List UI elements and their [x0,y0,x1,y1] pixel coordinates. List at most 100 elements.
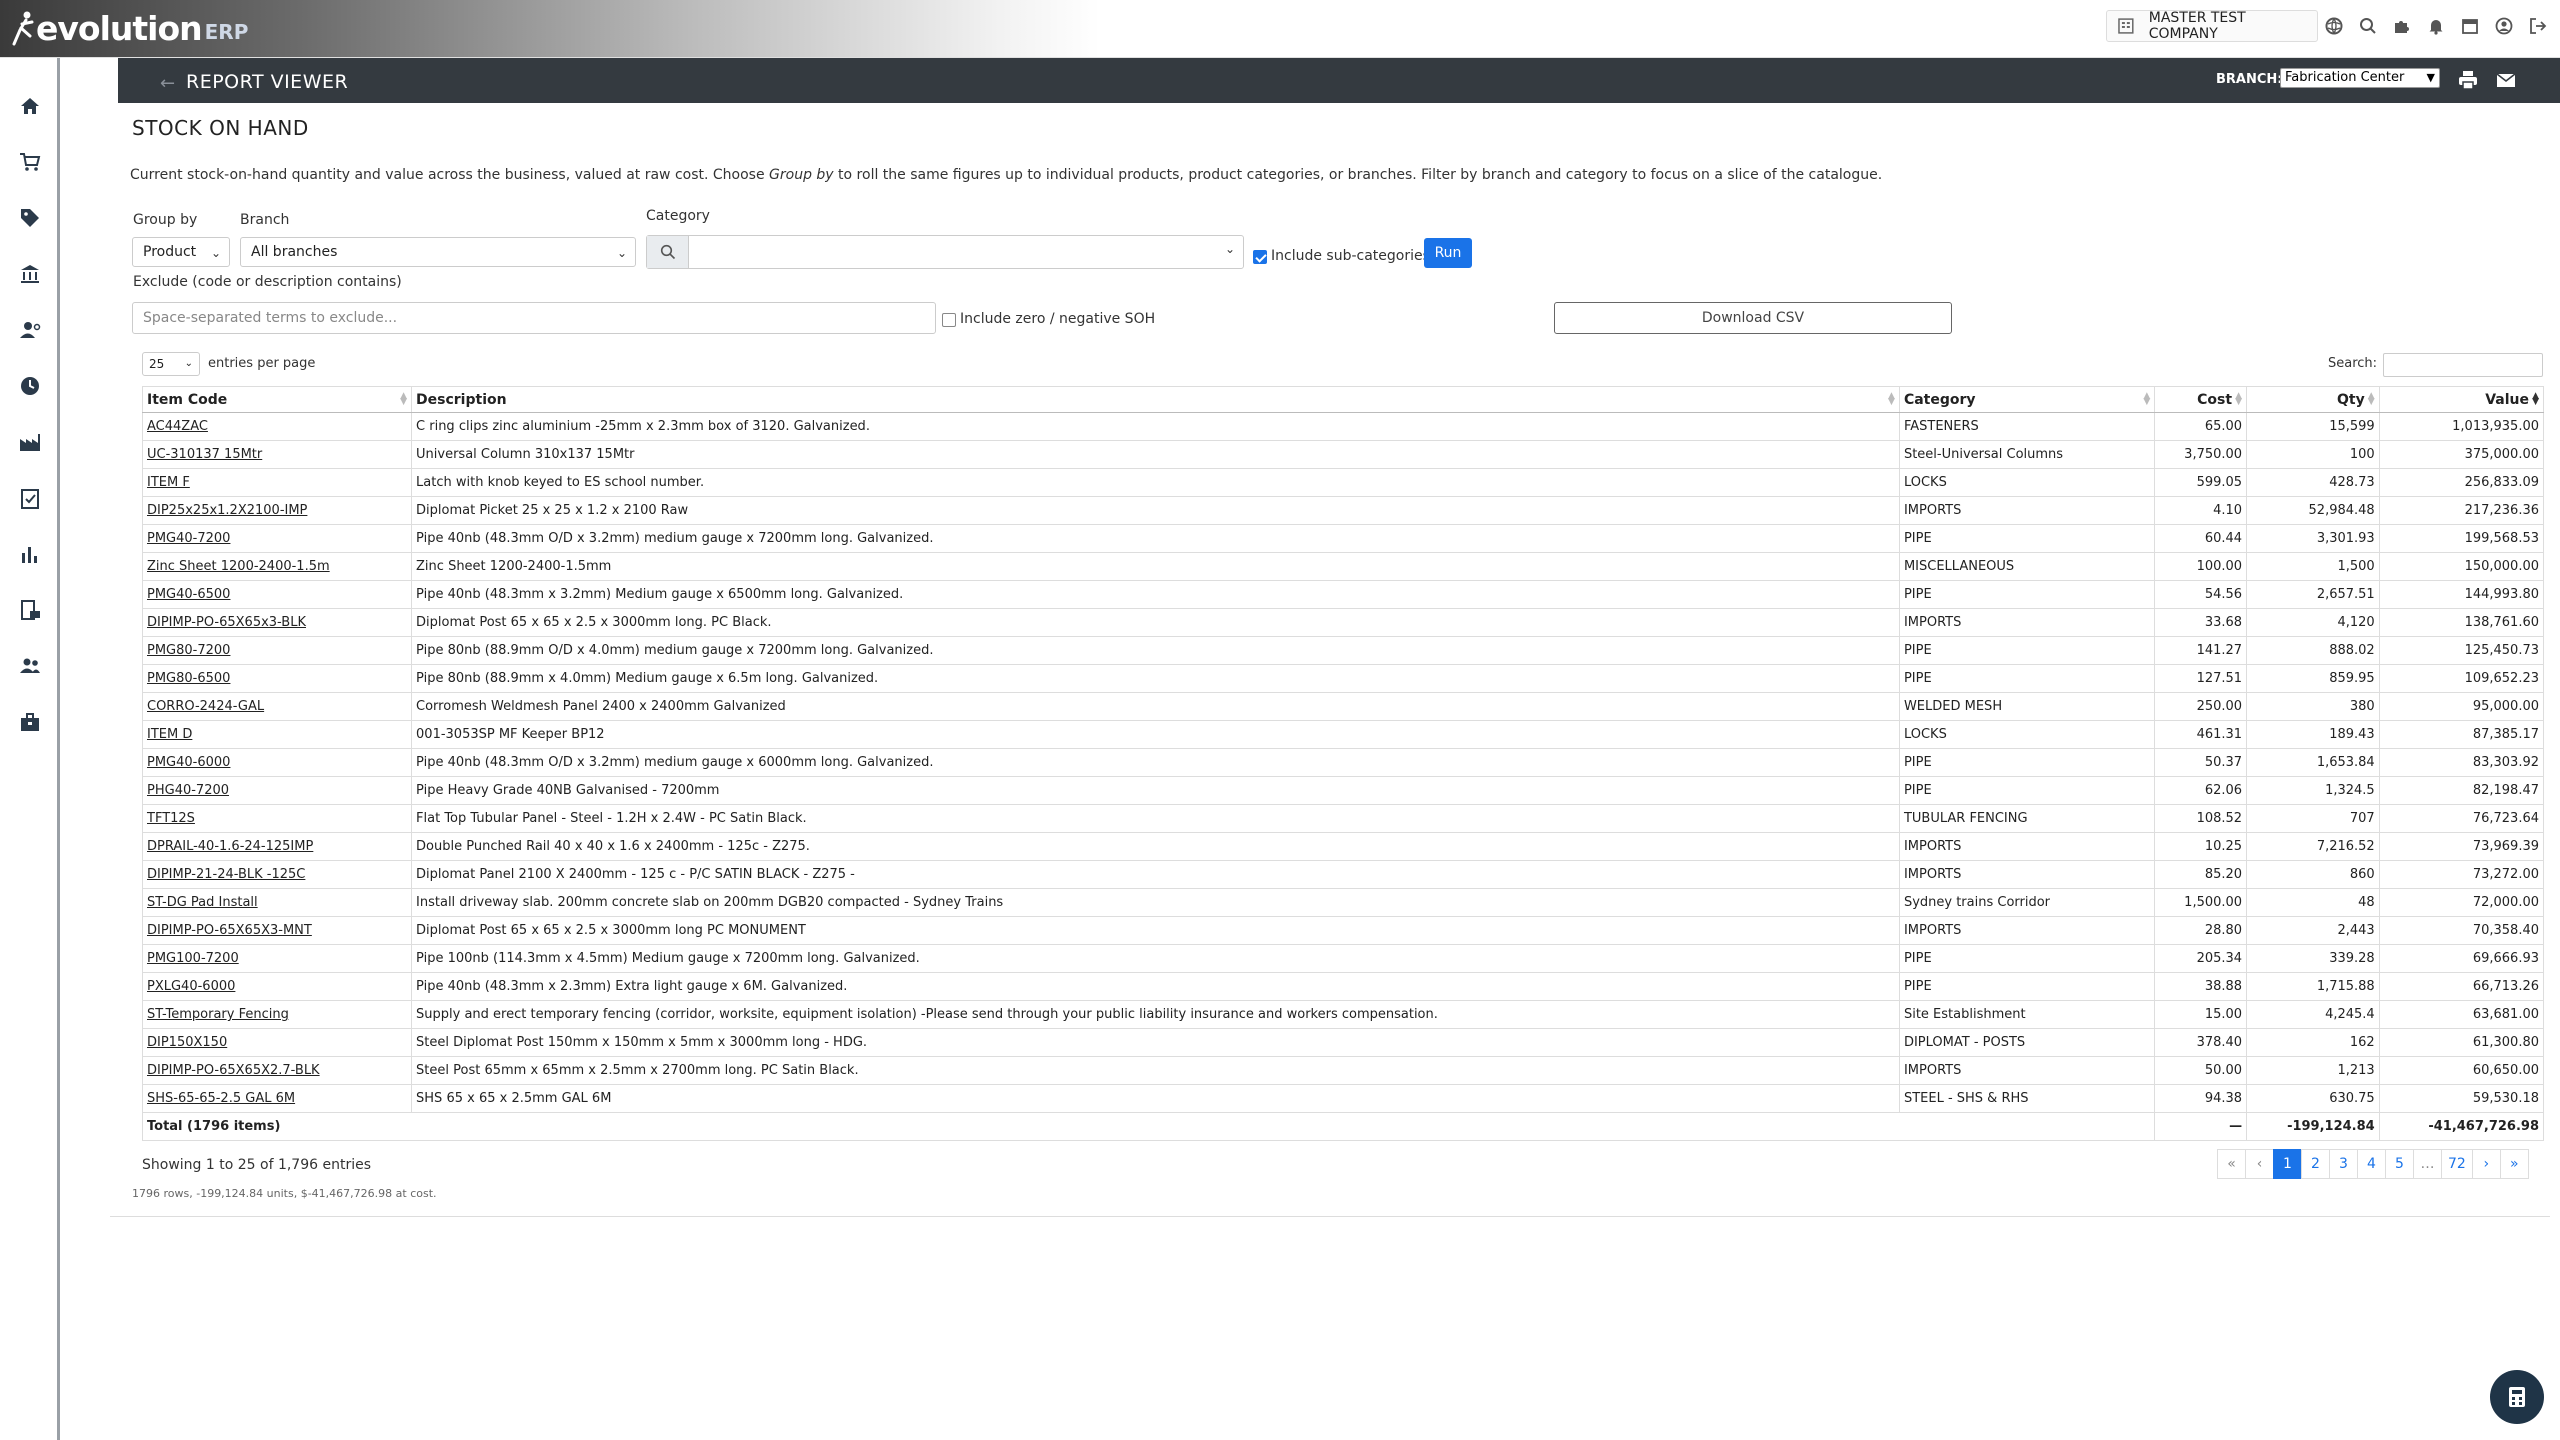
item-code-cell[interactable]: UC-310137 15Mtr [141,440,413,469]
download-csv-button[interactable]: Download CSV [1554,302,1952,334]
pagination-item[interactable]: 4 [2357,1149,2386,1179]
item-code-cell[interactable]: PHG40-7200 [141,776,413,805]
table-row: DIPIMP-PO-65X65X3-MNT Diplomat Post 65 x … [141,916,2545,945]
table-search-input[interactable] [2383,353,2543,377]
pagination-item[interactable]: › [2471,1149,2501,1179]
column-header-item-code[interactable]: Item Code ▲ ▼ [141,386,413,413]
table-row: DIPIMP-PO-65X65x3-BLK Diplomat Post 65 x … [141,608,2545,637]
people-icon[interactable] [14,650,46,682]
include-subcategories-checkbox[interactable] [1253,250,1267,264]
value-cell: 95,000.00 [2378,692,2545,721]
item-code-cell[interactable]: ST-DG Pad Install [141,888,413,917]
table-row: Zinc Sheet 1200-2400-1.5m Zinc Sheet 1200… [141,552,2545,581]
truck-building-icon[interactable] [14,594,46,626]
pagination-item[interactable]: 72 [2441,1149,2473,1179]
page-title: STOCK ON HAND [132,116,309,140]
calculator-button[interactable] [2490,1370,2544,1424]
description-cell: Install driveway slab. 200mm concrete sl… [411,888,1900,917]
table-row: DIP25x25x1.2X2100-IMP Diplomat Picket 25 … [141,496,2545,525]
globe-icon[interactable] [2322,12,2346,40]
user-icon[interactable] [2492,12,2516,40]
category-cell: LOCKS [1898,720,2156,749]
item-code-cell[interactable]: PMG80-6500 [141,664,413,693]
column-header-category[interactable]: Category ▲ ▼ [1898,386,2156,413]
item-code-cell[interactable]: PXLG40-6000 [141,972,413,1001]
item-code-cell[interactable]: Zinc Sheet 1200-2400-1.5m [141,552,413,581]
column-header-qty[interactable]: Qty ▲ ▼ [2246,386,2380,413]
value-cell: 70,358.40 [2378,916,2545,945]
item-code-cell[interactable]: ITEM F [141,468,413,497]
value-cell: 109,652.23 [2378,664,2545,693]
company-selector[interactable]: MASTER TEST COMPANY [2106,10,2318,42]
bar-chart-icon[interactable] [14,538,46,570]
category-cell: MISCELLANEOUS [1898,552,2156,581]
item-code-cell[interactable]: DIPIMP-PO-65X65x3-BLK [141,608,413,637]
report-description: Current stock-on-hand quantity and value… [130,167,1883,183]
logout-icon[interactable] [2526,12,2550,40]
bank-icon[interactable] [14,258,46,290]
puzzle-icon[interactable] [2390,12,2414,40]
item-code-cell[interactable]: DIP150X150 [141,1028,413,1057]
bell-icon[interactable] [2424,12,2448,40]
group-by-select[interactable]: Product ⌄ [132,237,230,267]
cost-cell: 38.88 [2154,972,2248,1001]
page-length-select[interactable]: 25 ⌄ [142,352,200,376]
exclude-input[interactable]: Space-separated terms to exclude... [132,302,936,334]
item-code-cell[interactable]: DPRAIL-40-1.6-24-125IMP [141,832,413,861]
branch-filter-value: All branches [251,244,338,260]
item-code-cell[interactable]: ITEM D [141,720,413,749]
item-code-cell[interactable]: PMG100-7200 [141,944,413,973]
category-select[interactable]: ⌄ [646,235,1244,269]
app-logo[interactable]: evolution ERP [12,8,248,48]
factory-icon[interactable] [14,426,46,458]
run-button[interactable]: Run [1424,238,1472,268]
item-code-cell[interactable]: DIPIMP-PO-65X65X3-MNT [141,916,413,945]
clipboard-check-icon[interactable] [14,482,46,514]
chevron-down-icon: ⌄ [1224,242,1235,256]
pagination-item[interactable]: » [2499,1149,2529,1179]
cost-cell: 127.51 [2154,664,2248,693]
cart-icon[interactable] [14,146,46,178]
search-icon[interactable] [2356,12,2380,40]
clock-icon[interactable] [14,370,46,402]
pagination-item[interactable]: 5 [2385,1149,2414,1179]
item-code-cell[interactable]: PMG80-7200 [141,636,413,665]
item-code-cell[interactable]: TFT12S [141,804,413,833]
item-code-cell[interactable]: PMG40-6000 [141,748,413,777]
item-code-cell[interactable]: DIPIMP-21-24-BLK -125C [141,860,413,889]
item-code-cell[interactable]: AC44ZAC [141,412,413,441]
qty-cell: 52,984.48 [2246,496,2380,525]
pagination-item[interactable]: … [2413,1149,2442,1179]
item-code-cell[interactable]: PMG40-6500 [141,580,413,609]
home-icon[interactable] [14,90,46,122]
item-code-cell[interactable]: PMG40-7200 [141,524,413,553]
pagination-item[interactable]: 2 [2301,1149,2330,1179]
pagination-item[interactable]: « [2217,1149,2246,1179]
back-arrow-icon[interactable]: ← [160,73,175,94]
pagination-item[interactable]: 3 [2329,1149,2358,1179]
item-code-cell[interactable]: ST-Temporary Fencing [141,1000,413,1029]
cost-cell: 50.37 [2154,748,2248,777]
item-code-cell[interactable]: CORRO-2424-GAL [141,692,413,721]
item-code-cell[interactable]: DIPIMP-PO-65X65X2.7-BLK [141,1056,413,1085]
include-zero-checkbox[interactable] [942,313,956,327]
sort-icon: ▲ ▼ [1888,391,1895,407]
pagination-item[interactable]: ‹ [2245,1149,2274,1179]
item-code-cell[interactable]: SHS-65-65-2.5 GAL 6M [141,1084,413,1113]
column-header-value[interactable]: Value ▲ ▼ [2378,386,2545,413]
calendar-icon[interactable] [2458,12,2482,40]
print-icon[interactable] [2454,66,2482,94]
search-label: Search: [2328,356,2378,371]
tag-icon[interactable] [14,202,46,234]
branch-filter-select[interactable]: All branches ⌄ [240,237,636,267]
branch-header-select[interactable]: Fabrication Center ▼ [2280,68,2440,88]
toolbox-icon[interactable] [14,706,46,738]
pagination-item[interactable]: 1 [2273,1149,2302,1179]
category-cell: WELDED MESH [1898,692,2156,721]
item-code-cell[interactable]: DIP25x25x1.2X2100-IMP [141,496,413,525]
user-settings-icon[interactable] [14,314,46,346]
column-header-cost[interactable]: Cost ▲ ▼ [2154,386,2248,413]
category-cell: PIPE [1898,776,2156,805]
column-header-description[interactable]: Description ▲ ▼ [411,386,1900,413]
email-icon[interactable] [2492,66,2520,94]
